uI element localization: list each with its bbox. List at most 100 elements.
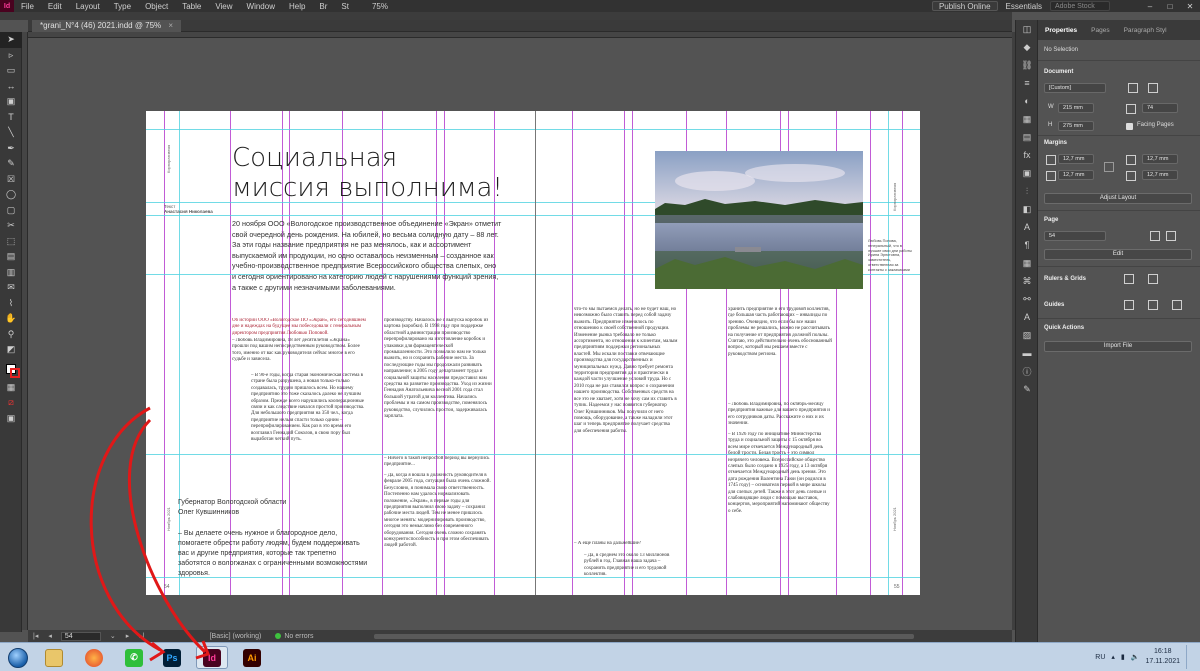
menu-file[interactable]: File xyxy=(14,2,41,11)
screen-mode-icon[interactable]: ▣ xyxy=(0,411,22,427)
tray-expand-icon[interactable]: ▴ xyxy=(1111,653,1115,661)
margin-inside-field[interactable]: 12,7 mm xyxy=(1142,154,1178,164)
rectangle-frame-tool-icon[interactable]: ☒ xyxy=(0,172,22,188)
text-tool-panel-icon[interactable]: A xyxy=(1016,308,1038,326)
page-dropdown-icon[interactable]: ⌄ xyxy=(105,632,121,640)
taskbar-phone-app[interactable]: ✆ xyxy=(118,646,150,669)
cc-libraries-icon[interactable]: ▤ xyxy=(1016,128,1038,146)
preflight-status[interactable]: No errors xyxy=(284,633,313,640)
pages-panel-icon[interactable]: ◫ xyxy=(1016,20,1038,38)
taskbar-explorer[interactable] xyxy=(38,646,70,669)
menu-object[interactable]: Object xyxy=(138,2,175,11)
page-options-icon[interactable] xyxy=(1166,231,1176,241)
rectangle-tool-icon[interactable]: ▢ xyxy=(0,203,22,219)
gradient-tool-icon[interactable]: ▤ xyxy=(0,249,22,265)
eyedropper-tool-icon[interactable]: ⌇ xyxy=(0,296,22,312)
edit-page-button[interactable]: Edit xyxy=(1044,249,1192,260)
scissors-tool-icon[interactable]: ✂ xyxy=(0,218,22,234)
next-page-icon[interactable]: ▸ xyxy=(121,632,135,640)
margin-top-field[interactable]: 12,7 mm xyxy=(1058,154,1094,164)
info-panel-icon[interactable]: ⓘ xyxy=(1016,362,1038,380)
character-panel-icon[interactable]: A xyxy=(1016,218,1038,236)
taskbar-illustrator[interactable]: Ai xyxy=(236,646,268,669)
tab-properties[interactable]: Properties xyxy=(1038,27,1084,34)
pencil-tool-icon[interactable]: ✎ xyxy=(0,156,22,172)
stock-button[interactable]: St xyxy=(334,2,356,11)
tab-pages[interactable]: Pages xyxy=(1084,27,1116,34)
bridge-button[interactable]: Br xyxy=(312,2,334,11)
color-panel-icon[interactable]: ◐ xyxy=(1016,92,1038,110)
close-tab-icon[interactable]: × xyxy=(168,21,173,30)
last-page-icon[interactable]: ▸| xyxy=(134,632,149,640)
gradient-feather-tool-icon[interactable]: ▥ xyxy=(0,265,22,281)
default-fill-stroke-icon[interactable]: ◩ xyxy=(0,342,22,358)
menu-table[interactable]: Table xyxy=(175,2,208,11)
document-canvas[interactable]: Корпоративная Социальная миссия выполним… xyxy=(28,38,1012,630)
guides-toggle-icon[interactable] xyxy=(1124,300,1134,310)
lock-guides-icon[interactable] xyxy=(1172,300,1182,310)
page-width-field[interactable]: 215 mm xyxy=(1058,103,1094,113)
selection-tool-icon[interactable]: ➤ xyxy=(0,32,22,48)
page-select[interactable]: 54 xyxy=(1044,231,1106,241)
layers-panel-icon[interactable]: ◆ xyxy=(1016,38,1038,56)
minimize-icon[interactable]: – xyxy=(1140,2,1160,11)
pen-tool-icon[interactable]: ✒ xyxy=(0,141,22,157)
lake-photo[interactable] xyxy=(655,151,863,289)
fill-swatch[interactable] xyxy=(6,363,20,378)
smart-guides-icon[interactable] xyxy=(1148,300,1158,310)
tab-paragraph-styles[interactable]: Paragraph Styl xyxy=(1117,27,1174,34)
free-transform-tool-icon[interactable]: ⬚ xyxy=(0,234,22,250)
hyperlinks-panel-icon[interactable]: ⚯ xyxy=(1016,290,1038,308)
hand-tool-icon[interactable]: ✋ xyxy=(0,311,22,327)
page-height-field[interactable]: 275 mm xyxy=(1058,121,1094,131)
portrait-orientation-icon[interactable] xyxy=(1128,83,1138,93)
align-panel-icon[interactable]: ⫶ xyxy=(1016,182,1038,200)
prev-page-icon[interactable]: ◂ xyxy=(43,632,57,640)
comments-panel-icon[interactable]: ✎ xyxy=(1016,380,1038,398)
page-tool-icon[interactable]: ▭ xyxy=(0,63,22,79)
menu-window[interactable]: Window xyxy=(240,2,282,11)
first-page-icon[interactable]: |◂ xyxy=(28,632,43,640)
show-desktop-button[interactable] xyxy=(1186,645,1194,669)
start-button[interactable] xyxy=(4,646,32,669)
note-tool-icon[interactable]: ✉ xyxy=(0,280,22,296)
paragraph-panel-icon[interactable]: ¶ xyxy=(1016,236,1038,254)
taskbar-indesign[interactable]: Id xyxy=(196,646,228,669)
glyphs-panel-icon[interactable]: ⌘ xyxy=(1016,272,1038,290)
page-left[interactable]: Корпоративная Социальная миссия выполним… xyxy=(146,111,536,595)
zoom-tool-icon[interactable]: ⚲ xyxy=(0,327,22,343)
stock-search-input[interactable]: Adobe Stock xyxy=(1050,1,1110,11)
menu-layout[interactable]: Layout xyxy=(69,2,107,11)
formatting-container-icon[interactable]: ▦ xyxy=(0,380,22,396)
taskbar-photoshop[interactable]: Ps xyxy=(156,646,188,669)
line-tool-icon[interactable]: ╲ xyxy=(0,125,22,141)
ellipse-tool-icon[interactable]: ◯ xyxy=(0,187,22,203)
import-file-button[interactable]: Import File xyxy=(1044,341,1192,352)
landscape-orientation-icon[interactable] xyxy=(1148,83,1158,93)
gap-tool-icon[interactable]: ↔ xyxy=(0,79,22,95)
network-icon[interactable]: ▮ xyxy=(1121,653,1125,661)
stroke-swatch[interactable] xyxy=(10,367,20,378)
rulers-toggle-icon[interactable] xyxy=(1124,274,1134,284)
menu-view[interactable]: View xyxy=(208,2,239,11)
language-indicator[interactable]: RU xyxy=(1095,654,1105,661)
adjust-layout-button[interactable]: Adjust Layout xyxy=(1044,193,1192,204)
taskbar-firefox[interactable] xyxy=(78,646,110,669)
content-collector-icon[interactable]: ▣ xyxy=(0,94,22,110)
text-wrap-icon[interactable]: ▣ xyxy=(1016,164,1038,182)
fill-stroke-swatch[interactable] xyxy=(0,358,22,380)
maximize-icon[interactable]: □ xyxy=(1160,2,1180,11)
object-styles-icon[interactable]: ▨ xyxy=(1016,326,1038,344)
preflight-profile[interactable]: [Basic] (working) xyxy=(210,633,262,640)
workspace-switcher[interactable]: Essentials xyxy=(998,2,1050,11)
number-of-pages-field[interactable]: 74 xyxy=(1142,103,1178,113)
page-size-icon[interactable] xyxy=(1150,231,1160,241)
grid-toggle-icon[interactable] xyxy=(1148,274,1158,284)
links-panel-icon[interactable]: ⛓ xyxy=(1016,56,1038,74)
margin-outside-field[interactable]: 12,7 mm xyxy=(1142,170,1178,180)
direct-selection-tool-icon[interactable]: ▹ xyxy=(0,48,22,64)
menu-edit[interactable]: Edit xyxy=(41,2,69,11)
horizontal-scrollbar[interactable] xyxy=(373,633,914,639)
page-number-field[interactable]: 54 xyxy=(60,631,101,641)
link-margins-icon[interactable] xyxy=(1104,162,1114,172)
